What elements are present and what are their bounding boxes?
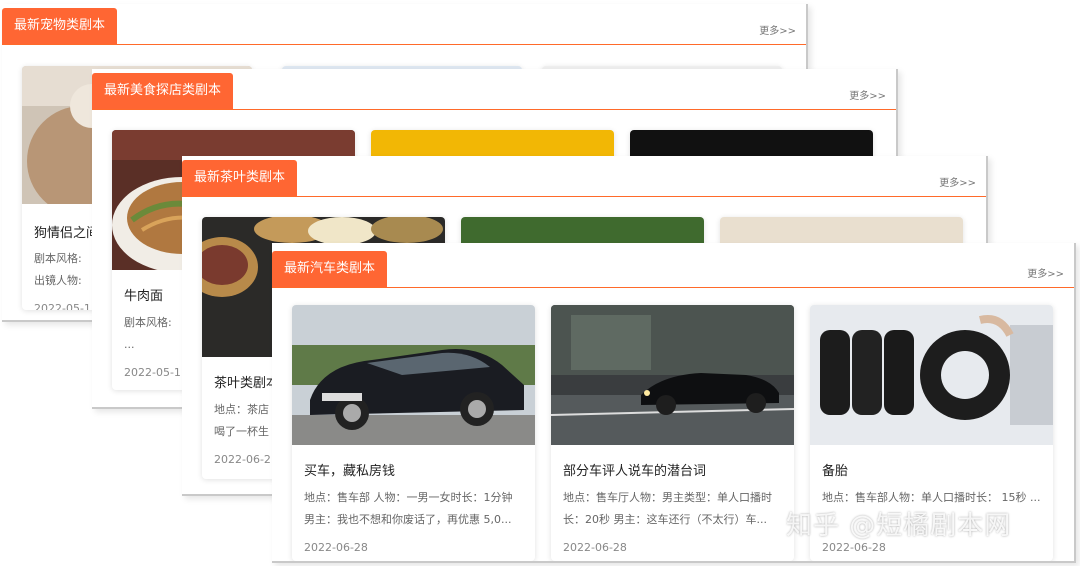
more-link[interactable]: 更多>>: [939, 174, 976, 189]
section-tag[interactable]: 最新汽车类剧本: [272, 251, 388, 287]
watermark: 知乎 @短橘剧本网: [786, 511, 1012, 541]
card-desc: 地点：售车部 人物：一男一女时长：1分钟 男主：我也不想和你废话了，再优惠 5,…: [304, 491, 513, 526]
card-title: 牛肉面: [124, 289, 164, 304]
card-date: 2022-06-28: [822, 541, 886, 554]
section-tag[interactable]: 最新宠物类剧本: [2, 8, 118, 44]
script-card[interactable]: 买车，藏私房钱 地点：售车部 人物：一男一女时长：1分钟 男主：我也不想和你废话…: [292, 305, 535, 561]
card-title: 部分车评人说车的潜台词: [563, 464, 707, 479]
card-date: 2022-06-2: [214, 453, 271, 466]
section-tag[interactable]: 最新美食探店类剧本: [92, 73, 234, 109]
panel-header: 最新美食探店类剧本 更多>>: [92, 69, 896, 110]
card-image: [292, 305, 535, 445]
more-link[interactable]: 更多>>: [759, 22, 796, 37]
panel-header: 最新宠物类剧本 更多>>: [2, 4, 806, 45]
card-image: [810, 305, 1053, 445]
panel-header: 最新汽车类剧本 更多>>: [272, 243, 1074, 288]
panel-header: 最新茶叶类剧本 更多>>: [182, 156, 986, 197]
card-date: 2022-05-1: [124, 366, 181, 379]
card-date: 2022-05-1: [34, 302, 91, 310]
card-title: 备胎: [822, 464, 849, 479]
card-title: 狗情侣之间: [34, 226, 100, 241]
card-date: 2022-06-28: [304, 541, 368, 554]
script-card[interactable]: 部分车评人说车的潜台词 地点：售车厅人物：男主类型：单人口播时长：20秒 男主：…: [551, 305, 794, 561]
card-title: 茶叶类剧本: [214, 376, 280, 391]
card-date: 2022-06-28: [563, 541, 627, 554]
section-tag[interactable]: 最新茶叶类剧本: [182, 160, 298, 196]
more-link[interactable]: 更多>>: [1027, 265, 1064, 280]
card-image: [551, 305, 794, 445]
more-link[interactable]: 更多>>: [849, 87, 886, 102]
card-title: 买车，藏私房钱: [304, 464, 396, 479]
card-desc: 地点：售车厅人物：男主类型：单人口播时长：20秒 男主：这车还行（不太行）车..…: [563, 491, 772, 526]
